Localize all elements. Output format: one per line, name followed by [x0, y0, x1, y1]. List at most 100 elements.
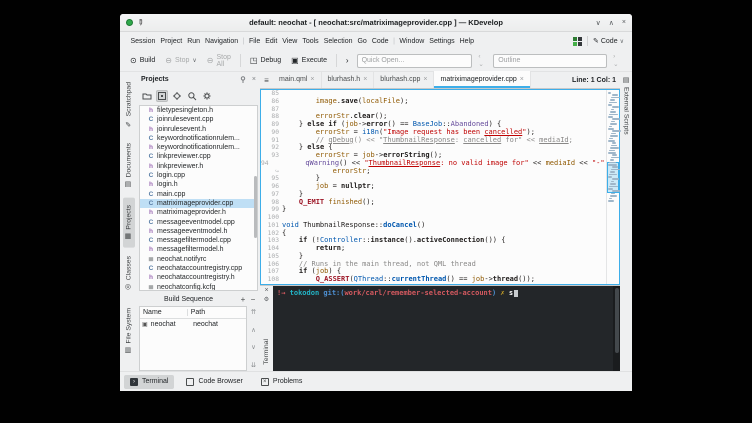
menu-settings[interactable]: Settings [427, 36, 457, 47]
tree-item[interactable]: Ckeywordnotificationrulem... [140, 134, 257, 143]
editor-tab-matriximageprovider-cpp[interactable]: matriximageprovider.cpp × [434, 71, 531, 88]
tree-item[interactable]: h joinrulesevent.h [140, 125, 257, 134]
editor-tab-blurhash-h[interactable]: blurhash.h × [322, 71, 375, 88]
minimap-line [612, 166, 618, 168]
tree-item[interactable]: h neochataccountregistry.h [140, 273, 257, 282]
execute-button[interactable]: ▣ Execute [287, 54, 331, 68]
document-list-icon[interactable]: ≡ [260, 76, 273, 85]
titlebar[interactable]: ✎ default: neochat - [ neochat:src/matri… [120, 14, 632, 32]
tree-item[interactable]: h keywordnotificationrulem... [140, 143, 257, 152]
workspace-grid-icon[interactable] [572, 36, 582, 46]
add-build-item-button[interactable]: + [238, 295, 248, 304]
bottom-tab-terminal[interactable]: › Terminal [124, 374, 175, 389]
minimap-line [610, 99, 615, 101]
menu-session[interactable]: Session [128, 36, 158, 47]
open-project-icon[interactable] [141, 90, 153, 102]
tree-item[interactable]: h filetypesingleton.h [140, 106, 257, 115]
menu-tools[interactable]: Tools [300, 36, 321, 47]
maximize-button[interactable]: ∧ [609, 19, 614, 27]
line-number: 103 [267, 237, 279, 245]
settings-icon[interactable] [201, 90, 213, 102]
remove-build-item-button[interactable]: − [248, 295, 258, 304]
minimize-button[interactable]: ∨ [596, 19, 601, 27]
move-up-button[interactable]: ∧ [249, 326, 258, 334]
terminal-screen[interactable]: !→ tokodon git:(work/carl/remember-selec… [273, 286, 613, 371]
tree-item[interactable]: Cmessagefiltermodel.cpp [140, 236, 257, 245]
tree-item[interactable]: Cjoinrulesevent.cpp [140, 115, 257, 124]
menu-help[interactable]: Help [457, 36, 476, 47]
tree-item[interactable]: h messagefiltermodel.h [140, 245, 257, 254]
sidebar-tab-documents[interactable]: ▤ Documents [123, 136, 135, 195]
tree-item[interactable]: Cneochataccountregistry.cpp [140, 264, 257, 273]
header-file-icon: h [149, 144, 153, 152]
tree-item[interactable]: h linkpreviewer.h [140, 162, 257, 171]
move-top-button[interactable]: ⇈ [249, 308, 258, 316]
quick-open-placeholder: Quick Open... [361, 57, 405, 64]
code-editor[interactable]: 85 86 image.save(localFile); 87 88 errorStr… [260, 89, 622, 285]
filter-icon[interactable] [186, 90, 198, 102]
menu-view[interactable]: View [280, 36, 300, 47]
menu-go[interactable]: Go [355, 36, 369, 47]
minimap-line [608, 140, 616, 142]
toolbar-extension-icon[interactable]: › [346, 56, 349, 65]
line-number: ↪ [275, 167, 279, 175]
tree-item[interactable]: Cmessageeventmodel.cpp [140, 218, 257, 227]
close-tab-icon[interactable]: × [423, 76, 427, 83]
sidebar-tab-scratchpad[interactable]: ✎ Scratchpad [123, 75, 135, 134]
debug-button[interactable]: ◳ Debug [246, 54, 285, 68]
tree-item[interactable]: h matriximageprovider.h [140, 208, 257, 217]
editor-tab-blurhash-cpp[interactable]: blurhash.cpp × [374, 71, 435, 88]
sidebar-tab-projects[interactable]: ▦ Projects [122, 197, 135, 248]
close-tab-icon[interactable]: × [363, 76, 367, 83]
file-name: matriximageprovider.cpp [157, 199, 234, 207]
build-button[interactable]: ⊙ Build [126, 54, 159, 68]
outline-prev-icon[interactable]: ‹ ⌄ [478, 53, 487, 68]
sidebar-tab-classes[interactable]: ◎ Classes [123, 249, 135, 298]
outline-input[interactable]: Outline [493, 53, 608, 68]
line-number: 101 [267, 221, 279, 229]
sidebar-tab-external-scripts[interactable]: ▤ External Scripts [623, 76, 630, 135]
close-button[interactable]: × [622, 19, 626, 27]
menu-code[interactable]: Code [369, 36, 391, 47]
build-sequence-row[interactable]: ▣ neochat neochat [140, 319, 246, 330]
menu-file[interactable]: File [246, 36, 262, 47]
locate-document-icon[interactable] [156, 89, 168, 102]
tree-item[interactable]: h messageeventmodel.h [140, 227, 257, 236]
close-panel-icon[interactable]: × [252, 76, 256, 83]
terminal-scrollbar[interactable] [613, 286, 620, 371]
tree-item[interactable]: Cmatriximageprovider.cpp [140, 198, 257, 209]
tree-scrollbar[interactable] [253, 106, 257, 290]
close-tab-icon[interactable]: × [520, 76, 524, 83]
close-tab-icon[interactable]: × [310, 76, 314, 83]
tree-item[interactable]: ≣ neochatconfig.kcfg [140, 283, 257, 290]
minimap[interactable] [606, 90, 622, 284]
tree-item[interactable]: ≣ neochat.notifyrc [140, 255, 257, 264]
tree-item[interactable]: Clinkpreviewer.cpp [140, 152, 257, 161]
gear-icon[interactable] [171, 90, 183, 102]
sidebar-tab-file-system[interactable]: ▥ File System [123, 301, 135, 362]
move-bottom-button[interactable]: ⇊ [249, 361, 258, 369]
menu-window[interactable]: Window [397, 36, 427, 47]
menu-run[interactable]: Run [185, 36, 203, 47]
tree-item[interactable]: Cmain.cpp [140, 190, 257, 199]
bottom-toolview-bar: › Terminal Code Browser × Problems [120, 371, 632, 391]
tree-item[interactable]: h login.h [140, 180, 257, 189]
menu-selection[interactable]: Selection [321, 36, 355, 47]
debug-label: Debug [260, 57, 282, 64]
bottom-tab-code-browser[interactable]: Code Browser [180, 375, 248, 389]
move-down-button[interactable]: ∨ [249, 343, 258, 351]
pin-panel-icon[interactable] [240, 76, 247, 83]
tree-item[interactable]: Clogin.cpp [140, 171, 257, 180]
menu-navigation[interactable]: Navigation [203, 36, 241, 47]
quick-open-input[interactable]: Quick Open... [356, 53, 473, 68]
menu-project[interactable]: Project [158, 36, 185, 47]
bottom-tab-problems[interactable]: × Problems [255, 375, 309, 389]
editor-tab-main-qml[interactable]: main.qml × [273, 71, 322, 88]
menu-edit[interactable]: Edit [263, 36, 280, 47]
outline-next-icon[interactable]: › ⌄ [613, 53, 622, 68]
terminal-close-icon[interactable]: × [264, 287, 268, 294]
area-switcher-button[interactable]: ✎ Code ∨ [593, 37, 624, 46]
terminal-gear-icon[interactable]: ⚙ [264, 296, 269, 303]
chevron-down-icon[interactable]: ∨ [192, 57, 196, 64]
header-file-icon: h [149, 246, 153, 254]
